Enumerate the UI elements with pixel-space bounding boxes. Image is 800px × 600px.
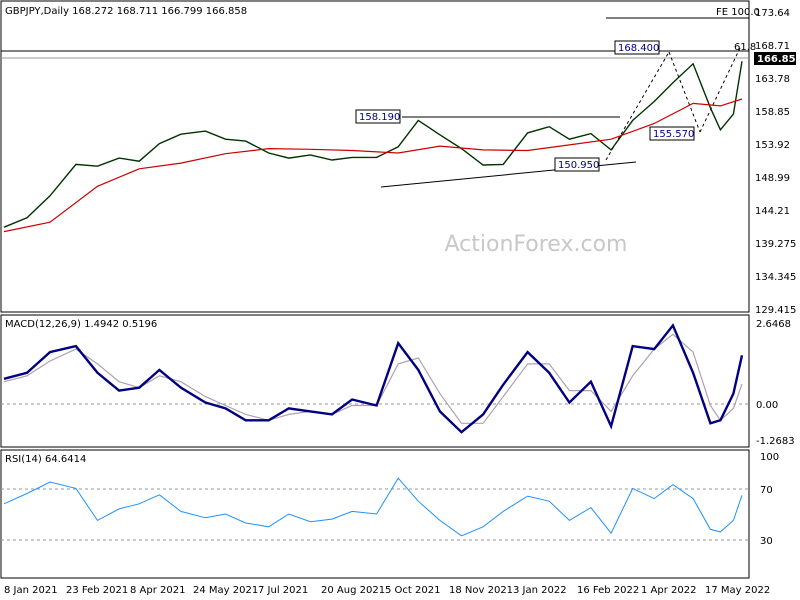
x-tick-label: 8 Apr 2021 — [130, 585, 185, 596]
x-tick-label: 24 May 2021 — [193, 585, 258, 596]
label-158190: 158.190 — [359, 112, 400, 123]
price-tick-label: 139.275 — [755, 239, 796, 250]
rsi-y-axis: 100 70 30 — [760, 452, 779, 547]
x-tick-label: 20 Aug 2021 — [321, 585, 385, 596]
x-axis: 8 Jan 2021 23 Feb 2021 8 Apr 2021 24 May… — [4, 585, 770, 596]
current-price-value: 166.858 — [757, 54, 800, 65]
price-panel-title: GBPJPY,Daily 168.272 168.711 166.799 166… — [5, 6, 247, 17]
macd-tick-label: -1.2683 — [756, 436, 795, 447]
rsi-tick-label: 30 — [760, 536, 773, 547]
price-tick-label: 158.85 — [755, 107, 790, 118]
x-tick-label: 18 Nov 2021 — [449, 585, 513, 596]
label-155570: 155.570 — [653, 129, 694, 140]
price-tick-label: 173.64 — [755, 8, 790, 19]
x-tick-label: 5 Oct 2021 — [385, 585, 440, 596]
rsi-tick-label: 70 — [760, 485, 773, 496]
price-tick-label: 163.78 — [755, 74, 790, 85]
macd-panel-frame — [0, 314, 750, 448]
label-168400: 168.400 — [618, 43, 659, 54]
price-tick-label: 134.345 — [755, 272, 796, 283]
price-tick-label: 129.415 — [755, 305, 796, 316]
x-tick-label: 23 Feb 2021 — [66, 585, 128, 596]
macd-tick-label: 2.6468 — [756, 319, 791, 330]
fib-61-8-label: 61.8 — [734, 42, 756, 53]
x-tick-label: 7 Jul 2021 — [258, 585, 308, 596]
price-tick-label: 144.21 — [755, 206, 790, 217]
x-tick-label: 8 Jan 2021 — [4, 585, 58, 596]
fe-100-label: FE 100.0 — [716, 7, 760, 18]
x-tick-label: 1 Apr 2022 — [641, 585, 696, 596]
x-tick-label: 17 May 2022 — [705, 585, 770, 596]
price-tick-label: 148.99 — [755, 173, 790, 184]
watermark-text: ActionForex.com — [445, 232, 628, 257]
price-tick-label: 153.92 — [755, 140, 790, 151]
price-tick-label: 168.71 — [755, 41, 790, 52]
macd-y-axis: 2.6468 0.00 -1.2683 — [756, 319, 795, 447]
x-tick-label: 16 Feb 2022 — [577, 585, 639, 596]
rsi-tick-label: 100 — [760, 452, 779, 463]
rsi-panel-title: RSI(14) 64.6414 — [5, 454, 86, 465]
label-150950: 150.950 — [558, 160, 599, 171]
macd-tick-label: 0.00 — [756, 400, 778, 411]
chart-canvas: ActionForex.com GBPJPY,Daily 168.272 168… — [0, 0, 800, 596]
macd-panel-title: MACD(12,26,9) 1.4942 0.5196 — [5, 319, 157, 330]
x-tick-label: 3 Jan 2022 — [513, 585, 567, 596]
